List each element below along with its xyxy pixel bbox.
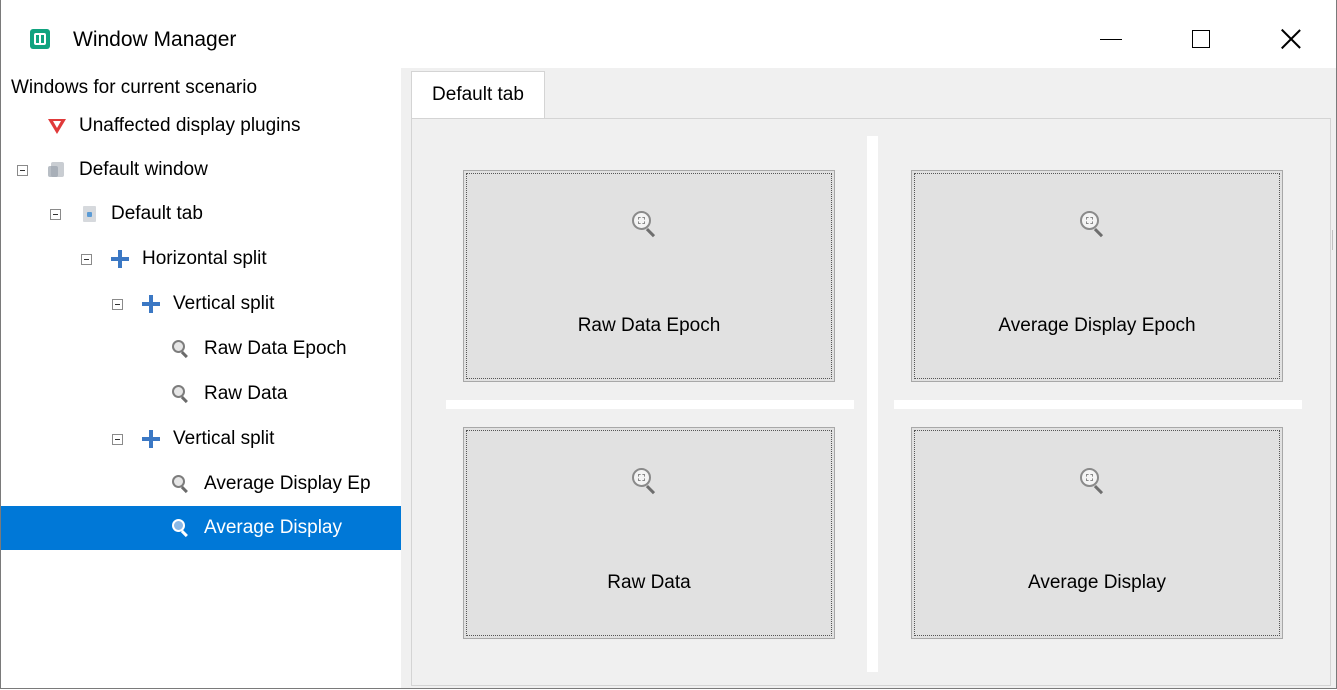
- panel-label: Average Display Epoch: [998, 315, 1196, 336]
- plugin-icon: [47, 116, 67, 136]
- tree-node-vertical-split-2[interactable]: Vertical split: [1, 417, 401, 461]
- tree-node-vertical-split-1[interactable]: Vertical split: [1, 282, 401, 326]
- collapse-toggle-icon[interactable]: [50, 209, 61, 220]
- minimize-button[interactable]: [1066, 10, 1156, 68]
- maximize-icon: [1192, 30, 1210, 48]
- horizontal-splitter-right[interactable]: [894, 400, 1302, 409]
- window-manager-window: Window Manager Windows for current scena…: [0, 0, 1337, 689]
- tree-node-raw-data[interactable]: Raw Data: [1, 372, 401, 416]
- magnifier-icon: [1080, 211, 1106, 237]
- tree-node-raw-data-epoch[interactable]: Raw Data Epoch: [1, 327, 401, 371]
- tree-node-average-display-epoch[interactable]: Average Display Ep: [1, 462, 401, 506]
- app-icon: [30, 29, 50, 49]
- split-icon: [141, 429, 161, 449]
- tree-node-label: Unaffected display plugins: [79, 115, 301, 136]
- tree-node-default-window[interactable]: Default window: [1, 148, 401, 192]
- panel-label: Raw Data Epoch: [577, 315, 721, 336]
- tree-node-label: Raw Data Epoch: [204, 338, 347, 359]
- vertical-splitter[interactable]: [867, 136, 878, 672]
- tree-node-label: Raw Data: [204, 383, 288, 404]
- collapse-toggle-icon[interactable]: [112, 434, 123, 445]
- tree-node-label: Default tab: [111, 203, 203, 224]
- tree-node-default-tab[interactable]: Default tab: [1, 192, 401, 236]
- tree-node-unaffected-display-plugins[interactable]: Unaffected display plugins: [1, 104, 401, 148]
- close-button[interactable]: [1246, 10, 1336, 68]
- split-icon: [141, 294, 161, 314]
- panel-average-display[interactable]: Average Display: [911, 427, 1283, 639]
- magnifier-icon: [171, 474, 191, 494]
- magnifier-icon: [632, 468, 658, 494]
- panel-raw-data[interactable]: Raw Data: [463, 427, 835, 639]
- tree-node-label: Vertical split: [173, 428, 275, 449]
- tree-node-label: Average Display Ep: [204, 473, 371, 494]
- title-bar[interactable]: Window Manager: [1, 0, 1336, 78]
- tab-default[interactable]: Default tab: [411, 71, 545, 118]
- panel-average-display-epoch[interactable]: Average Display Epoch: [911, 170, 1283, 382]
- window-title: Window Manager: [73, 28, 237, 51]
- tab-icon: [79, 204, 99, 224]
- minimize-icon: [1100, 38, 1122, 40]
- scenario-window-tree[interactable]: Windows for current scenario Unaffected …: [1, 68, 401, 688]
- panel-label: Average Display: [1027, 572, 1166, 593]
- tab-strip: Default tab: [401, 68, 1336, 120]
- tree-node-horizontal-split[interactable]: Horizontal split: [1, 237, 401, 281]
- collapse-toggle-icon[interactable]: [81, 254, 92, 265]
- magnifier-icon: [632, 211, 658, 237]
- tree-node-label: Vertical split: [173, 293, 275, 314]
- window-edge-mark: [1332, 230, 1333, 250]
- panel-raw-data-epoch[interactable]: Raw Data Epoch: [463, 170, 835, 382]
- magnifier-icon: [1080, 468, 1106, 494]
- tree-node-label: Average Display: [204, 517, 343, 538]
- horizontal-splitter-left[interactable]: [446, 400, 854, 409]
- collapse-toggle-icon[interactable]: [17, 165, 28, 176]
- close-icon: [1280, 28, 1302, 50]
- tree-node-label: Horizontal split: [142, 248, 267, 269]
- magnifier-icon: [171, 518, 191, 538]
- magnifier-icon: [171, 339, 191, 359]
- panel-label: Raw Data: [607, 572, 691, 593]
- tree-heading: Windows for current scenario: [11, 77, 258, 98]
- maximize-button[interactable]: [1156, 10, 1246, 68]
- window-icon: [47, 160, 67, 180]
- magnifier-icon: [171, 384, 191, 404]
- tree-node-label: Default window: [79, 159, 208, 180]
- split-icon: [110, 249, 130, 269]
- tree-node-average-display[interactable]: Average Display: [1, 506, 401, 550]
- collapse-toggle-icon[interactable]: [112, 299, 123, 310]
